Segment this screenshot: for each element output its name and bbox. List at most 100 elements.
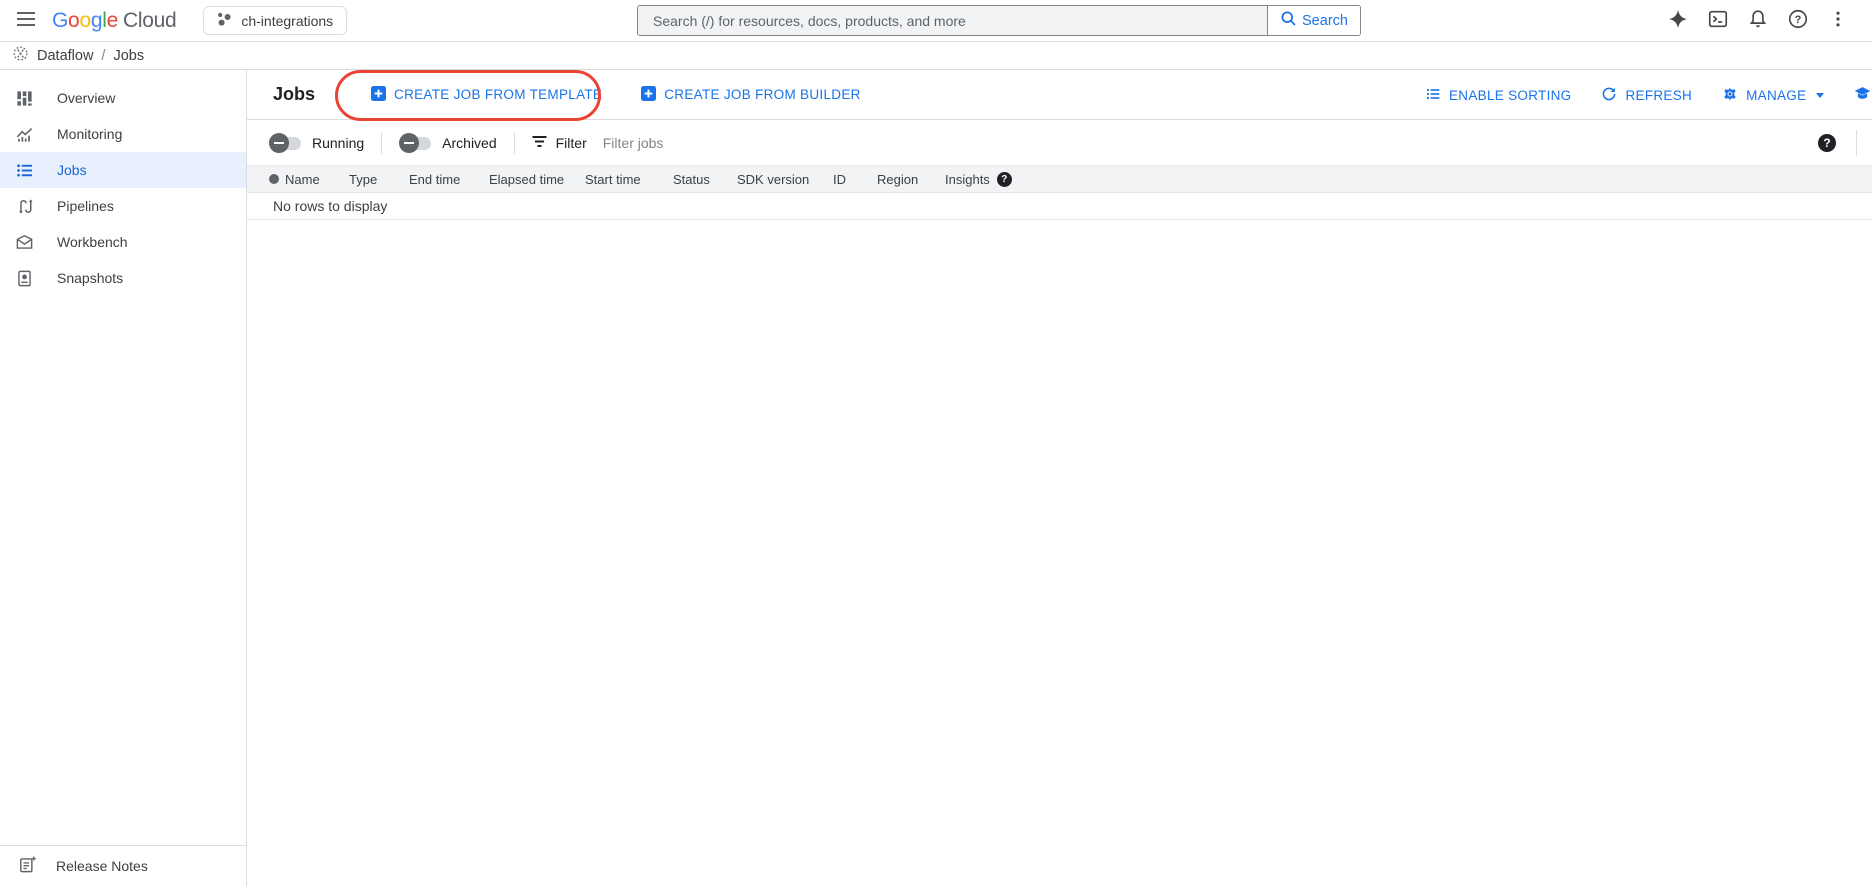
manage-button[interactable]: MANAGE — [1722, 86, 1824, 105]
sidebar-item-label: Overview — [57, 90, 115, 106]
page-header: Jobs CREATE JOB FROM TEMPLATE CREATE JOB… — [247, 70, 1872, 120]
monitoring-icon — [14, 124, 34, 144]
jobs-table-header: Name Type End time Elapsed time Start ti… — [247, 165, 1872, 193]
filter-icon — [532, 135, 547, 151]
help-button[interactable]: ? — [1780, 3, 1816, 39]
breadcrumb-product[interactable]: Dataflow — [37, 48, 93, 64]
release-notes-icon — [18, 855, 37, 877]
sort-list-icon — [1425, 86, 1441, 105]
column-header-status[interactable]: Status — [673, 172, 737, 187]
column-header-type[interactable]: Type — [349, 172, 409, 187]
graduation-cap-icon — [1854, 85, 1871, 105]
refresh-button[interactable]: REFRESH — [1601, 86, 1692, 105]
toggle-thumb — [269, 133, 289, 153]
button-label: ENABLE SORTING — [1449, 88, 1571, 103]
overview-icon — [14, 88, 34, 108]
dataflow-sidebar: Overview Monitoring Jobs Pipelines — [0, 70, 247, 886]
pipelines-icon — [14, 196, 34, 216]
column-header-insights[interactable]: Insights — [945, 172, 990, 187]
sidebar-item-label: Monitoring — [57, 126, 122, 142]
running-toggle[interactable] — [269, 133, 301, 153]
filter-help-icon[interactable]: ? — [1818, 134, 1836, 152]
archived-toggle-label: Archived — [442, 135, 496, 151]
sidebar-item-label: Jobs — [57, 162, 87, 178]
notifications-button[interactable] — [1740, 3, 1776, 39]
google-cloud-logo[interactable]: Google Cloud — [52, 9, 176, 33]
project-icon — [217, 12, 232, 30]
navigation-menu-button[interactable] — [8, 3, 44, 39]
sidebar-item-jobs[interactable]: Jobs — [0, 152, 246, 188]
filter-control[interactable]: Filter — [532, 135, 587, 151]
enable-sorting-button[interactable]: ENABLE SORTING — [1425, 86, 1571, 105]
search-icon — [1280, 10, 1297, 31]
sidebar-item-label: Release Notes — [56, 858, 148, 874]
column-header-sdk-version[interactable]: SDK version — [737, 172, 833, 187]
sidebar-item-label: Workbench — [57, 234, 128, 250]
breadcrumb-page: Jobs — [113, 48, 144, 64]
gemini-icon — [1667, 8, 1689, 33]
top-app-bar: Google Cloud ch-integrations Search — [0, 0, 1872, 42]
toggle-thumb — [399, 133, 419, 153]
sidebar-item-pipelines[interactable]: Pipelines — [0, 188, 246, 224]
search-input[interactable] — [638, 6, 1267, 35]
create-job-from-template-button[interactable]: CREATE JOB FROM TEMPLATE — [371, 86, 602, 104]
column-header-name[interactable]: Name — [285, 172, 349, 187]
sidebar-item-label: Pipelines — [57, 198, 114, 214]
sidebar-item-release-notes[interactable]: Release Notes — [0, 845, 246, 886]
divider — [1856, 130, 1857, 156]
column-header-id[interactable]: ID — [833, 172, 877, 187]
filter-bar: Running Archived Filter ? — [247, 120, 1872, 165]
gemini-button[interactable] — [1660, 3, 1696, 39]
column-header-elapsed-time[interactable]: Elapsed time — [489, 172, 585, 187]
page-title: Jobs — [273, 84, 315, 105]
running-toggle-label: Running — [312, 135, 364, 151]
search-button[interactable]: Search — [1267, 6, 1360, 35]
add-box-icon — [371, 86, 386, 104]
sidebar-item-overview[interactable]: Overview — [0, 80, 246, 116]
refresh-icon — [1601, 86, 1617, 105]
create-buttons-group: CREATE JOB FROM TEMPLATE CREATE JOB FROM… — [371, 86, 861, 104]
dataflow-product-icon — [12, 45, 29, 66]
archived-toggle[interactable] — [399, 133, 431, 153]
topbar-action-icons: ? — [1660, 3, 1856, 39]
snapshots-icon — [14, 268, 34, 288]
breadcrumb: Dataflow / Jobs — [0, 42, 1872, 70]
button-label: REFRESH — [1625, 88, 1692, 103]
filter-jobs-input[interactable] — [603, 135, 1003, 151]
sidebar-item-snapshots[interactable]: Snapshots — [0, 260, 246, 296]
filter-label: Filter — [556, 135, 587, 151]
create-job-from-builder-button[interactable]: CREATE JOB FROM BUILDER — [641, 86, 860, 104]
google-wordmark: Google — [52, 9, 118, 33]
jobs-page: Jobs CREATE JOB FROM TEMPLATE CREATE JOB… — [247, 70, 1872, 886]
button-label: CREATE JOB FROM BUILDER — [664, 87, 860, 102]
empty-table-message: No rows to display — [247, 193, 1872, 220]
status-dot-icon — [269, 174, 279, 184]
button-label: MANAGE — [1746, 88, 1806, 103]
divider — [381, 132, 382, 154]
sidebar-nav: Overview Monitoring Jobs Pipelines — [0, 70, 246, 296]
cloud-shell-icon — [1707, 8, 1729, 33]
project-name: ch-integrations — [241, 13, 333, 29]
hamburger-icon — [17, 12, 35, 29]
jobs-list-icon — [14, 160, 34, 180]
sidebar-item-monitoring[interactable]: Monitoring — [0, 116, 246, 152]
insights-help-icon[interactable]: ? — [997, 172, 1012, 187]
sidebar-item-workbench[interactable]: Workbench — [0, 224, 246, 260]
header-actions-group: ENABLE SORTING REFRESH MANAGE — [1425, 70, 1872, 120]
search-button-label: Search — [1302, 13, 1348, 29]
cloud-shell-button[interactable] — [1700, 3, 1736, 39]
breadcrumb-separator: / — [101, 48, 105, 64]
sidebar-item-label: Snapshots — [57, 270, 123, 286]
column-header-region[interactable]: Region — [877, 172, 945, 187]
notifications-bell-icon — [1747, 8, 1769, 33]
column-header-end-time[interactable]: End time — [409, 172, 489, 187]
learn-button[interactable]: LEARN — [1854, 85, 1872, 105]
add-box-icon — [641, 86, 656, 104]
project-selector[interactable]: ch-integrations — [203, 6, 347, 35]
more-options-button[interactable] — [1820, 3, 1856, 39]
chevron-down-icon — [1816, 93, 1824, 98]
column-header-start-time[interactable]: Start time — [585, 172, 673, 187]
empty-message-text: No rows to display — [273, 198, 387, 214]
divider — [514, 132, 515, 154]
button-label: CREATE JOB FROM TEMPLATE — [394, 87, 602, 102]
